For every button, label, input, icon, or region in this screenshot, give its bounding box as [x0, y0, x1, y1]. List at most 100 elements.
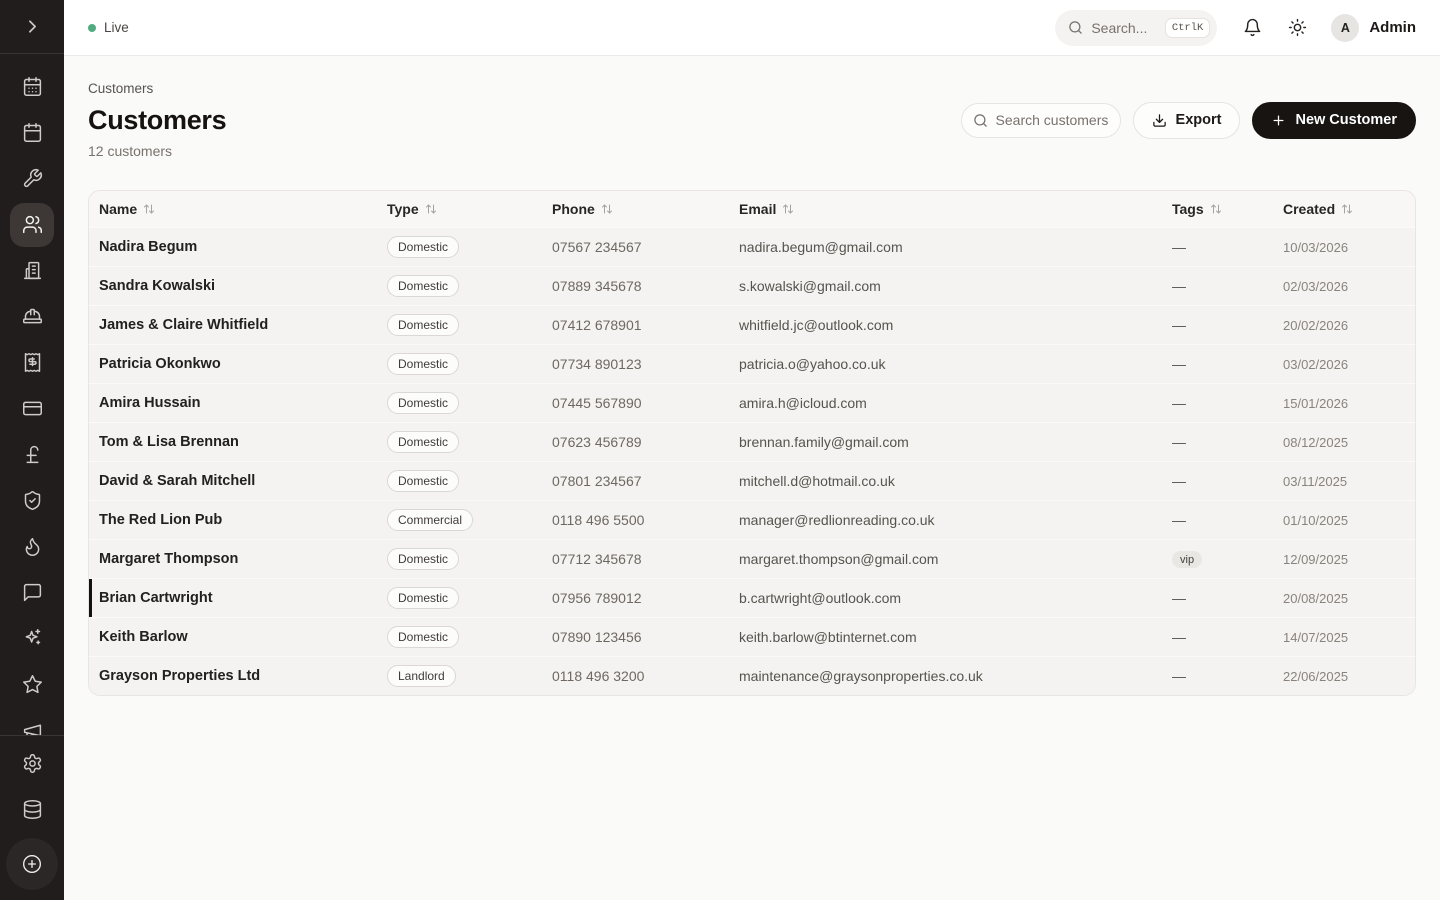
- customer-tags: —: [1162, 629, 1273, 645]
- sidebar-item-megaphone[interactable]: [10, 708, 54, 736]
- type-badge: Domestic: [387, 275, 459, 297]
- customer-type: Domestic: [377, 314, 542, 336]
- pound-sterling-icon: [22, 444, 43, 465]
- customer-tags: vip: [1162, 550, 1273, 569]
- sidebar-item-star[interactable]: [10, 662, 54, 708]
- type-badge: Domestic: [387, 236, 459, 258]
- customer-tags: —: [1162, 668, 1273, 684]
- column-header-phone[interactable]: Phone: [542, 201, 729, 217]
- type-badge: Domestic: [387, 431, 459, 453]
- column-header-label: Tags: [1172, 201, 1204, 217]
- sidebar-item-pound-sterling[interactable]: [10, 432, 54, 478]
- customer-email: nadira.begum@gmail.com: [729, 239, 1162, 255]
- search-icon: [1068, 20, 1083, 35]
- customer-created: 20/02/2026: [1273, 318, 1415, 333]
- column-header-type[interactable]: Type: [377, 201, 542, 217]
- customer-tags: —: [1162, 239, 1273, 255]
- export-button[interactable]: Export: [1133, 102, 1241, 139]
- calendar-icon: [22, 122, 43, 143]
- topbar-actions: Search... CtrlK A Admin: [1055, 10, 1416, 46]
- customer-tags: —: [1162, 590, 1273, 606]
- table-row[interactable]: Margaret ThompsonDomestic07712 345678mar…: [89, 539, 1415, 578]
- customer-tags: —: [1162, 278, 1273, 294]
- table-row[interactable]: Brian CartwrightDomestic07956 789012b.ca…: [89, 578, 1415, 617]
- global-search[interactable]: Search... CtrlK: [1055, 10, 1217, 46]
- sidebar-item-hard-hat[interactable]: [10, 294, 54, 340]
- table-row[interactable]: Keith BarlowDomestic07890 123456keith.ba…: [89, 617, 1415, 656]
- table-row[interactable]: Grayson Properties LtdLandlord0118 496 3…: [89, 656, 1415, 695]
- customer-type: Domestic: [377, 431, 542, 453]
- table-row[interactable]: David & Sarah MitchellDomestic07801 2345…: [89, 461, 1415, 500]
- customer-created: 10/03/2026: [1273, 240, 1415, 255]
- table-row[interactable]: Tom & Lisa BrennanDomestic07623 456789br…: [89, 422, 1415, 461]
- export-button-label: Export: [1176, 112, 1222, 128]
- customer-phone: 0118 496 5500: [542, 512, 729, 528]
- customer-created: 22/06/2025: [1273, 669, 1415, 684]
- customer-type: Domestic: [377, 470, 542, 492]
- calendar-days-icon: [22, 76, 43, 97]
- customer-name: David & Sarah Mitchell: [89, 473, 377, 489]
- sidebar-item-flame[interactable]: [10, 524, 54, 570]
- column-header-label: Email: [739, 201, 776, 217]
- table-row[interactable]: Patricia OkonkwoDomestic07734 890123patr…: [89, 344, 1415, 383]
- customer-created: 03/02/2026: [1273, 357, 1415, 372]
- customer-type: Domestic: [377, 587, 542, 609]
- column-header-name[interactable]: Name: [89, 201, 377, 217]
- column-header-tags[interactable]: Tags: [1162, 201, 1273, 217]
- type-badge: Commercial: [387, 509, 473, 531]
- sparkles-icon: [22, 628, 43, 649]
- type-badge: Domestic: [387, 587, 459, 609]
- customer-name: Sandra Kowalski: [89, 278, 377, 294]
- column-header-label: Phone: [552, 201, 595, 217]
- customer-phone: 07412 678901: [542, 317, 729, 333]
- shield-check-icon: [22, 490, 43, 511]
- table-row[interactable]: Nadira BegumDomestic07567 234567nadira.b…: [89, 227, 1415, 266]
- sidebar-item-wrench[interactable]: [10, 156, 54, 202]
- column-header-label: Created: [1283, 201, 1335, 217]
- page-title: Customers: [88, 105, 226, 136]
- table-row[interactable]: James & Claire WhitfieldDomestic07412 67…: [89, 305, 1415, 344]
- sidebar-item-message-square[interactable]: [10, 570, 54, 616]
- column-header-created[interactable]: Created: [1273, 201, 1415, 217]
- settings-icon: [22, 753, 43, 774]
- customer-type: Domestic: [377, 548, 542, 570]
- sidebar-item-shield-check[interactable]: [10, 478, 54, 524]
- sidebar-item-credit-card[interactable]: [10, 386, 54, 432]
- sidebar-item-sparkles[interactable]: [10, 616, 54, 662]
- sidebar-item-settings[interactable]: [10, 740, 54, 786]
- breadcrumb[interactable]: Customers: [88, 81, 226, 96]
- table-row[interactable]: The Red Lion PubCommercial0118 496 5500m…: [89, 500, 1415, 539]
- customer-name: Patricia Okonkwo: [89, 356, 377, 372]
- table-row[interactable]: Sandra KowalskiDomestic07889 345678s.kow…: [89, 266, 1415, 305]
- customer-type: Domestic: [377, 626, 542, 648]
- sidebar-add-button[interactable]: [6, 838, 58, 890]
- customer-search: [961, 103, 1121, 138]
- customer-name: Brian Cartwright: [89, 590, 377, 606]
- customer-created: 15/01/2026: [1273, 396, 1415, 411]
- sort-icon: [782, 203, 794, 215]
- live-status-dot: [88, 24, 96, 32]
- theme-toggle-button[interactable]: [1288, 18, 1307, 37]
- new-customer-button-label: New Customer: [1295, 112, 1397, 128]
- column-header-label: Name: [99, 201, 137, 217]
- sort-icon: [1341, 203, 1353, 215]
- sidebar-item-calendar-days[interactable]: [10, 64, 54, 110]
- sidebar-item-database[interactable]: [10, 786, 54, 832]
- user-menu[interactable]: A Admin: [1331, 14, 1416, 42]
- sidebar-item-users[interactable]: [10, 203, 54, 247]
- user-name: Admin: [1369, 19, 1416, 36]
- page-header: Customers Customers 12 customers Export: [88, 81, 1416, 159]
- column-header-email[interactable]: Email: [729, 201, 1162, 217]
- sidebar-item-receipt[interactable]: [10, 340, 54, 386]
- new-customer-button[interactable]: New Customer: [1252, 102, 1416, 139]
- table-row[interactable]: Amira HussainDomestic07445 567890amira.h…: [89, 383, 1415, 422]
- sidebar-item-calendar[interactable]: [10, 110, 54, 156]
- sidebar-toggle-button[interactable]: [0, 0, 64, 53]
- notifications-button[interactable]: [1243, 18, 1262, 37]
- page-header-actions: Export New Customer: [961, 102, 1416, 139]
- page-content: Customers Customers 12 customers Export: [64, 56, 1440, 900]
- global-search-placeholder: Search...: [1091, 20, 1156, 36]
- customer-created: 12/09/2025: [1273, 552, 1415, 567]
- sidebar-item-building[interactable]: [10, 248, 54, 294]
- customer-type: Landlord: [377, 665, 542, 687]
